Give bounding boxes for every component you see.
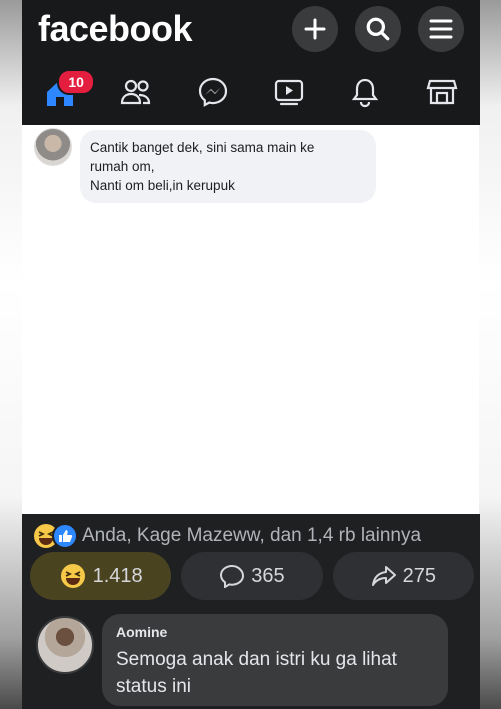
avatar[interactable] [34, 128, 72, 166]
top-app-bar: facebook 10 [22, 0, 480, 125]
blurred-left-edge [0, 0, 22, 709]
like-icon [52, 523, 78, 549]
create-button[interactable] [292, 6, 338, 52]
search-button[interactable] [355, 6, 401, 52]
reactions-text: Anda, Kage Mazeww, dan 1,4 rb lainnya [82, 525, 422, 546]
tab-notifications[interactable] [340, 67, 390, 117]
comment-button[interactable]: 365 [181, 552, 323, 600]
reactions-summary[interactable]: Anda, Kage Mazeww, dan 1,4 rb lainnya [32, 520, 421, 552]
plus-icon [304, 18, 326, 40]
comment-text-line: status ini [116, 676, 191, 697]
comment-text-line: Semoga anak dan istri ku ga lihat [116, 649, 397, 670]
comment-count: 365 [251, 564, 285, 587]
video-icon [275, 79, 304, 106]
comment-text: Semoga anak dan istri ku ga lihat status… [116, 646, 434, 700]
messenger-icon [198, 77, 227, 107]
post-actions: 1.418 365 275 [30, 552, 474, 600]
search-icon [366, 17, 390, 41]
friends-icon [121, 79, 151, 105]
tab-home[interactable]: 10 [35, 67, 96, 117]
share-button[interactable]: 275 [332, 552, 474, 600]
tab-messenger[interactable] [188, 67, 238, 117]
menu-button[interactable] [418, 6, 464, 52]
main-nav: 10 [22, 64, 480, 120]
comment-icon [220, 564, 245, 588]
blurred-right-edge [479, 0, 501, 709]
bell-icon [352, 78, 379, 108]
haha-icon [60, 564, 85, 588]
avatar[interactable] [36, 616, 94, 674]
notification-badge: 10 [57, 69, 96, 95]
comment-bubble[interactable]: Cantik banget dek, sini sama main ke rum… [80, 130, 376, 203]
tab-watch[interactable] [264, 67, 314, 117]
facebook-logo[interactable]: facebook [38, 8, 193, 50]
share-icon [371, 566, 396, 586]
reaction-icons [32, 522, 78, 550]
hamburger-icon [429, 19, 453, 39]
comment-text-line: Cantik banget dek, sini sama main ke [90, 140, 315, 155]
comment-text-line: rumah om, [90, 159, 155, 174]
tab-friends[interactable] [111, 67, 161, 117]
post-footer: Anda, Kage Mazeww, dan 1,4 rb lainnya 1.… [22, 514, 480, 709]
share-count: 275 [402, 564, 436, 587]
comment-text-line: Nanti om beli,in kerupuk [90, 178, 235, 193]
react-button[interactable]: 1.418 [30, 552, 172, 600]
reaction-count: 1.418 [92, 564, 143, 587]
comment-bubble[interactable]: Aomine Semoga anak dan istri ku ga lihat… [102, 614, 448, 706]
shop-icon [426, 79, 458, 105]
comment-author[interactable]: Aomine [116, 624, 434, 640]
tab-marketplace[interactable] [417, 67, 467, 117]
